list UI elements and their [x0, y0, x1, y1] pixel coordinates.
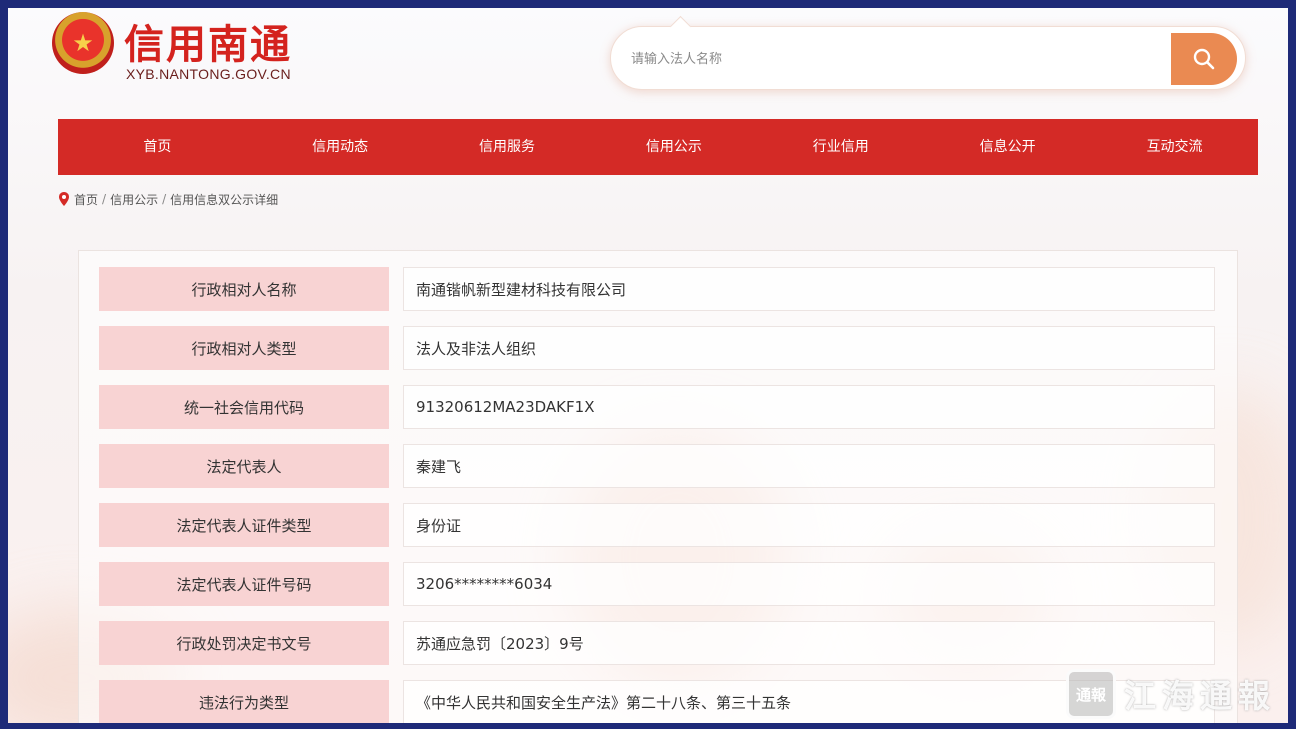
detail-row: 法定代表人证件类型 身份证: [99, 503, 1215, 547]
watermark-text: 江海通報: [1124, 677, 1277, 715]
detail-label: 法定代表人: [99, 444, 389, 488]
detail-row: 法定代表人 秦建飞: [99, 444, 1215, 488]
detail-label: 法定代表人证件号码: [99, 562, 389, 606]
nav-item-credit-news[interactable]: 信用动态: [257, 119, 424, 175]
detail-label: 统一社会信用代码: [99, 385, 389, 429]
detail-row: 行政相对人类型 法人及非法人组织: [99, 326, 1215, 370]
search-input[interactable]: [631, 39, 1171, 79]
nav-item-home[interactable]: 首页: [58, 119, 257, 175]
page-frame: ★ 信用南通 XYB.NANTONG.GOV.CN 首页 信用动态 信用服务 信…: [0, 0, 1296, 729]
breadcrumb-current: 信用信息双公示详细: [170, 192, 279, 207]
search-button[interactable]: [1171, 33, 1237, 85]
location-pin-icon: [59, 192, 69, 206]
main-nav: 首页 信用动态 信用服务 信用公示 行业信用 信息公开 互动交流: [58, 119, 1258, 175]
site-name[interactable]: 信用南通: [124, 12, 292, 70]
detail-row: 行政处罚决定书文号 苏通应急罚〔2023〕9号: [99, 621, 1215, 665]
search-box: [610, 26, 1246, 90]
detail-value: 南通锴帆新型建材科技有限公司: [403, 267, 1215, 311]
detail-value: 身份证: [403, 503, 1215, 547]
search-icon: [1193, 48, 1215, 70]
detail-label: 行政处罚决定书文号: [99, 621, 389, 665]
detail-row: 行政相对人名称 南通锴帆新型建材科技有限公司: [99, 267, 1215, 311]
nav-item-info-disclosure[interactable]: 信息公开: [924, 119, 1091, 175]
detail-label: 行政相对人名称: [99, 267, 389, 311]
detail-value: 苏通应急罚〔2023〕9号: [403, 621, 1215, 665]
breadcrumb-separator: /: [162, 192, 167, 206]
breadcrumb: 首页 / 信用公示 / 信用信息双公示详细: [58, 190, 278, 208]
watermark-badge: 通報: [1066, 669, 1116, 719]
detail-label: 法定代表人证件类型: [99, 503, 389, 547]
detail-value: 3206********6034: [403, 562, 1215, 606]
detail-row: 违法行为类型 《中华人民共和国安全生产法》第二十八条、第三十五条: [99, 680, 1215, 723]
detail-row: 法定代表人证件号码 3206********6034: [99, 562, 1215, 606]
breadcrumb-credit-publicity[interactable]: 信用公示: [110, 191, 158, 208]
breadcrumb-separator: /: [102, 192, 107, 206]
nav-item-credit-service[interactable]: 信用服务: [424, 119, 591, 175]
detail-value: 91320612MA23DAKF1X: [403, 385, 1215, 429]
nav-item-industry-credit[interactable]: 行业信用: [757, 119, 924, 175]
site-url: XYB.NANTONG.GOV.CN: [126, 66, 291, 82]
site-header: ★ 信用南通 XYB.NANTONG.GOV.CN: [8, 8, 1288, 108]
detail-value: 秦建飞: [403, 444, 1215, 488]
watermark: 通報 江海通報: [1066, 668, 1276, 720]
national-emblem-icon: ★: [52, 12, 114, 74]
details-panel: 行政相对人名称 南通锴帆新型建材科技有限公司 行政相对人类型 法人及非法人组织 …: [78, 250, 1238, 723]
detail-label: 行政相对人类型: [99, 326, 389, 370]
detail-row: 统一社会信用代码 91320612MA23DAKF1X: [99, 385, 1215, 429]
detail-value: 法人及非法人组织: [403, 326, 1215, 370]
nav-item-interaction[interactable]: 互动交流: [1091, 119, 1258, 175]
detail-label: 违法行为类型: [99, 680, 389, 723]
nav-item-credit-publicity[interactable]: 信用公示: [590, 119, 757, 175]
breadcrumb-home[interactable]: 首页: [74, 191, 98, 208]
